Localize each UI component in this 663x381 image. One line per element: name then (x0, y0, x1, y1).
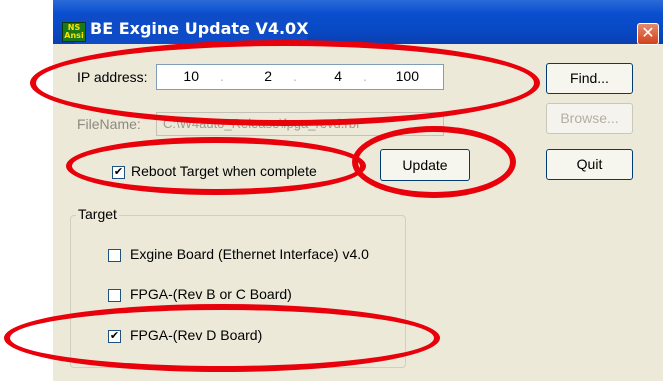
filename-label: FileName: (77, 116, 141, 132)
browse-button: Browse... (546, 103, 633, 134)
exgine-board-label[interactable]: Exgine Board (Ethernet Interface) v4.0 (130, 246, 369, 262)
fpga-rev-bc-checkbox[interactable] (108, 289, 121, 302)
window-title: BE Exgine Update V4.0X (90, 19, 309, 38)
close-icon: ✕ (641, 25, 655, 42)
quit-button[interactable]: Quit (546, 149, 633, 180)
target-legend: Target (76, 206, 119, 222)
annotation-ellipse-update (352, 126, 516, 198)
annotation-ellipse-ip (30, 40, 540, 126)
fpga-rev-bc-label[interactable]: FPGA-(Rev B or C Board) (130, 286, 292, 302)
annotation-ellipse-reboot (66, 137, 366, 195)
find-button[interactable]: Find... (546, 63, 633, 94)
annotation-ellipse-fpga-rev-d (4, 304, 440, 372)
close-button[interactable]: ✕ (637, 23, 659, 45)
exgine-board-checkbox[interactable] (108, 249, 121, 262)
app-icon: NS Ansi (62, 22, 86, 42)
